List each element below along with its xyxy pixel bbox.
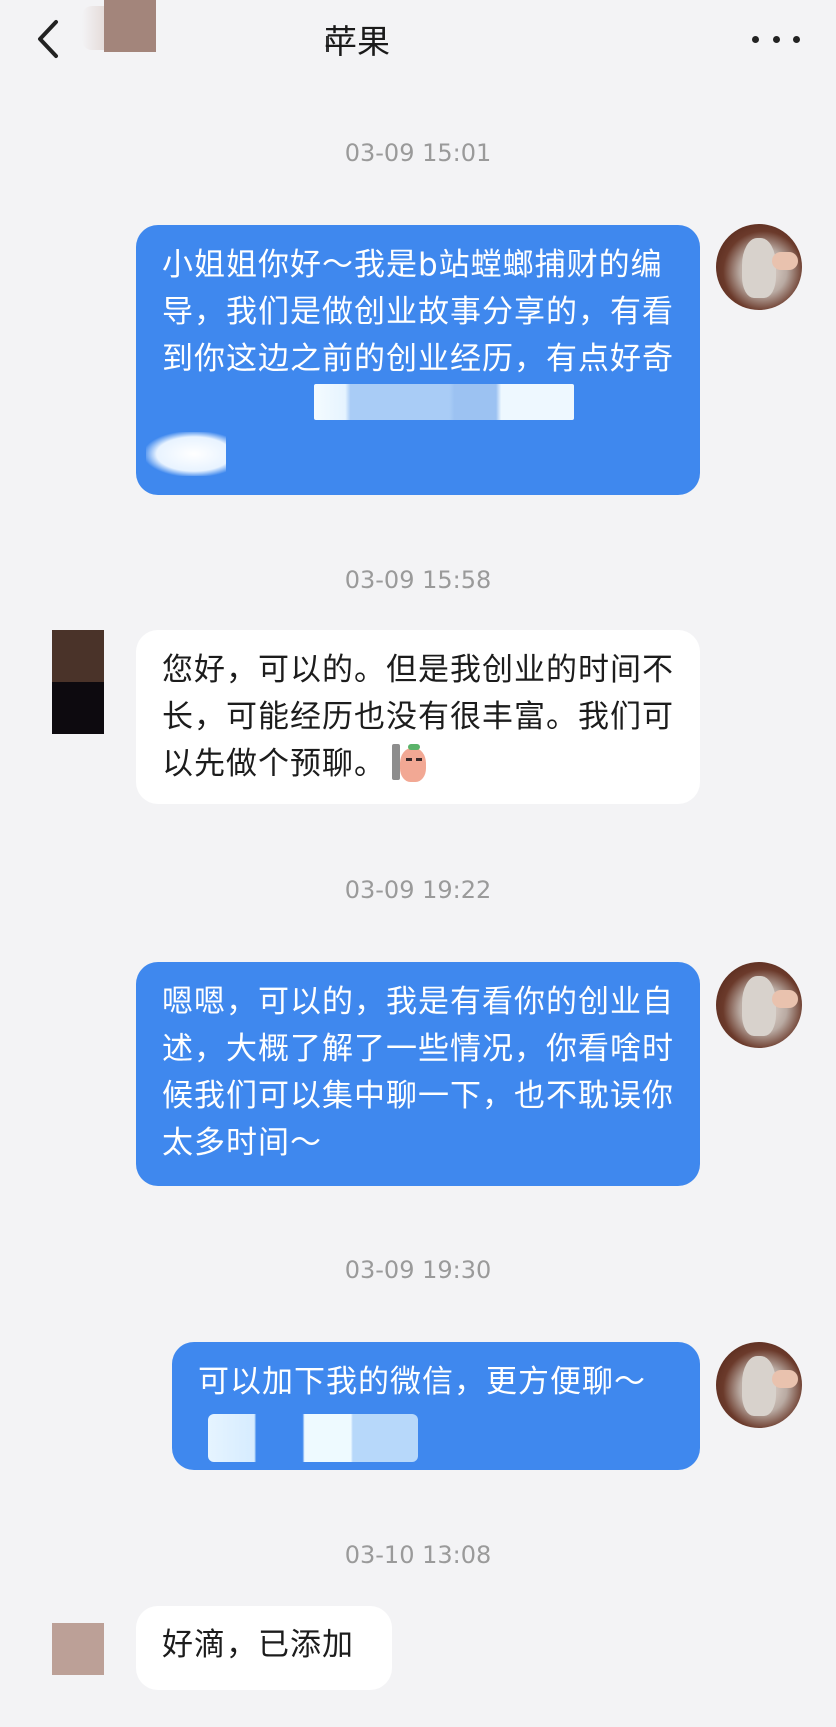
my-avatar[interactable] [716, 1342, 802, 1428]
message-text: 小姐姐你好～我是b站螳螂捕财的编导，我们是做创业故事分享的，有看到你这边之前的创… [162, 247, 674, 377]
chat-header: 苹果 [0, 0, 836, 86]
avatar-cat [742, 1356, 776, 1416]
redacted-content [208, 1414, 418, 1462]
chat-title: 苹果 [324, 22, 390, 61]
sticker-part [408, 744, 420, 750]
contact-avatar[interactable] [104, 0, 156, 52]
redacted-content [314, 384, 574, 420]
sticker-part [406, 758, 412, 761]
more-dot [772, 35, 780, 43]
message-timestamp: 03-10 13:08 [344, 1541, 492, 1569]
avatar-hand [772, 990, 798, 1008]
sticker-emoji-icon [392, 744, 426, 782]
contact-avatar[interactable] [52, 1623, 104, 1675]
message-text: 可以加下我的微信，更方便聊～ [198, 1364, 646, 1400]
contact-avatar[interactable] [52, 630, 104, 734]
more-dot [752, 35, 759, 43]
redacted-content [146, 432, 226, 476]
chevron-left-icon [38, 20, 58, 58]
message-text: 嗯嗯，可以的，我是有看你的创业自述，大概了解了一些情况，你看啥时候我们可以集中聊… [162, 984, 674, 1161]
message-timestamp: 03-09 15:58 [344, 566, 492, 594]
their-message-bubble[interactable]: 您好，可以的。但是我创业的时间不长，可能经历也没有很丰富。我们可以先做个预聊。 [136, 630, 700, 804]
message-text: 好滴，已添加 [162, 1627, 354, 1663]
avatar-hand [772, 252, 798, 270]
my-message-bubble[interactable]: 嗯嗯，可以的，我是有看你的创业自述，大概了解了一些情况，你看啥时候我们可以集中聊… [136, 962, 700, 1186]
their-message-bubble[interactable]: 好滴，已添加 [136, 1606, 392, 1690]
sticker-part [392, 744, 400, 780]
more-button[interactable] [752, 24, 800, 54]
message-timestamp: 03-09 15:01 [344, 139, 492, 167]
my-avatar[interactable] [716, 224, 802, 310]
message-timestamp: 03-09 19:22 [344, 876, 492, 904]
avatar-hand [772, 1370, 798, 1388]
more-dot [793, 35, 800, 43]
back-button[interactable] [28, 14, 68, 64]
avatar-part [52, 682, 104, 734]
avatar-cat [742, 976, 776, 1036]
avatar-cat [742, 238, 776, 298]
sticker-part [400, 748, 426, 782]
message-timestamp: 03-09 19:30 [344, 1256, 492, 1284]
my-avatar[interactable] [716, 962, 802, 1048]
sticker-part [416, 758, 422, 761]
avatar-part [52, 630, 104, 682]
